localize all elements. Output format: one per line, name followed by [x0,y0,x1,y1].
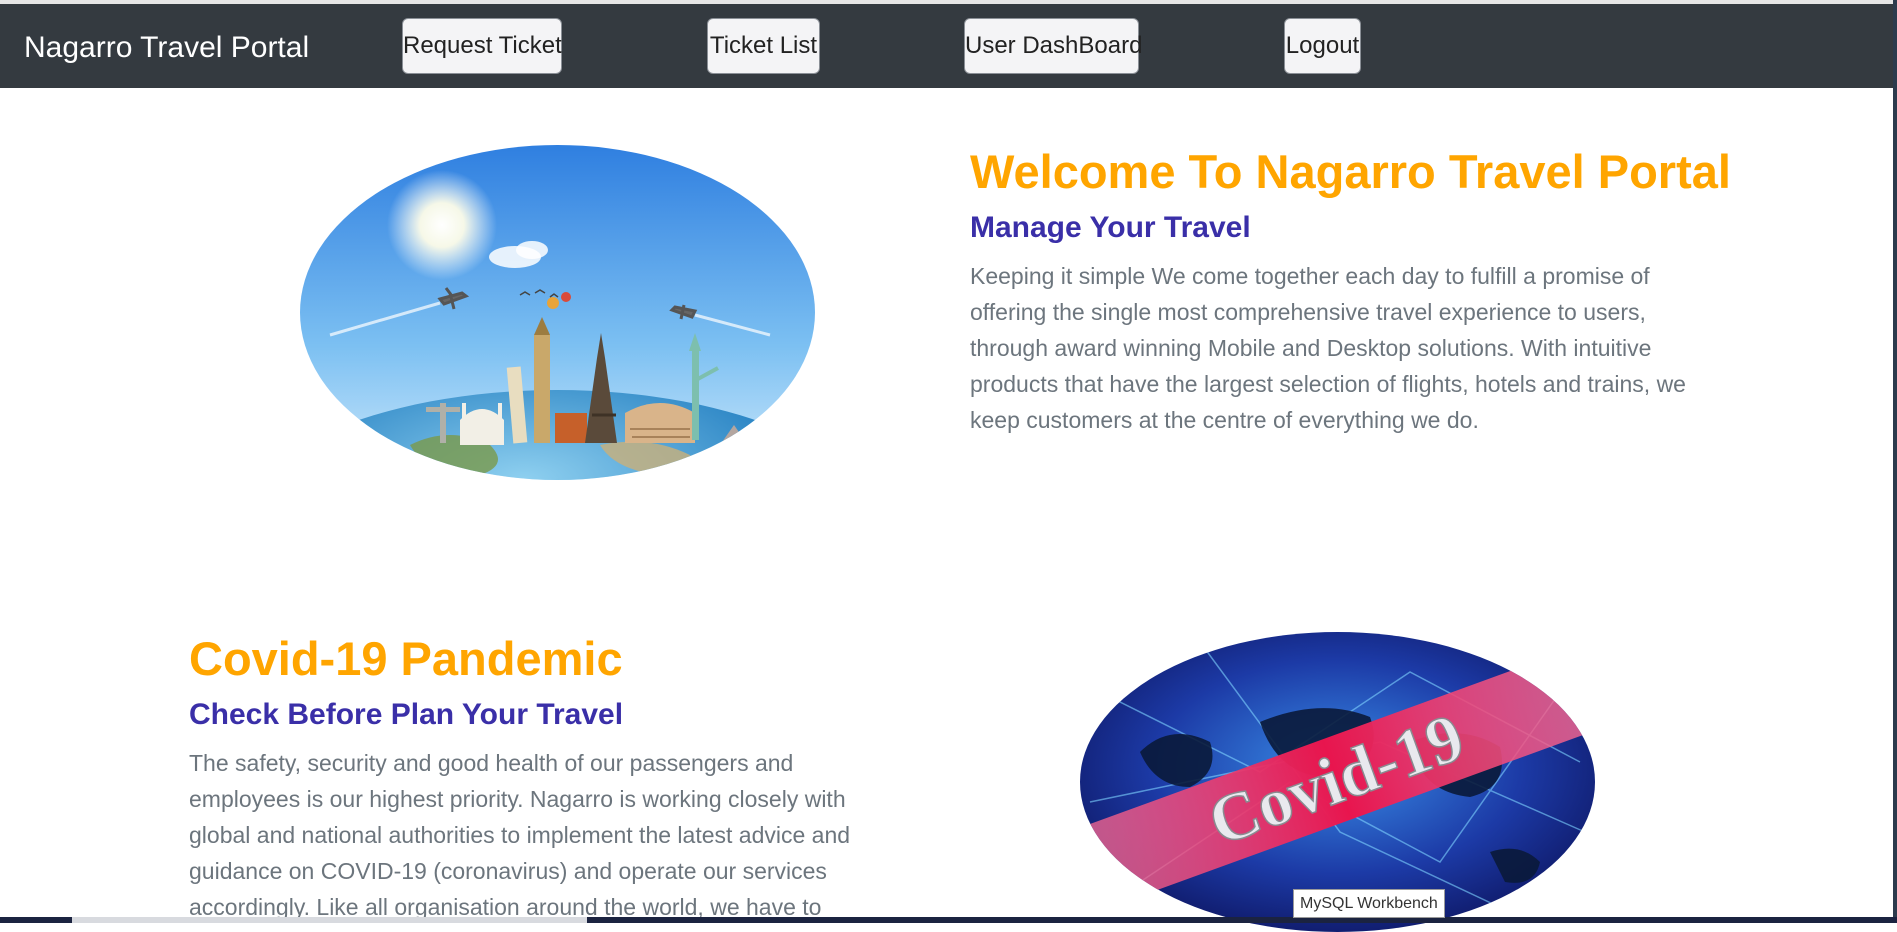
travel-globe-image [300,145,815,480]
covid-19-image: Covid-19 [1080,632,1595,932]
brand-logo-text[interactable]: Nagarro Travel Portal [24,30,309,66]
ticket-list-button[interactable]: Ticket List [707,18,820,74]
logout-button[interactable]: Logout [1284,18,1361,74]
navbar: Nagarro Travel Portal Request Ticket Tic… [0,4,1893,88]
user-dashboard-button[interactable]: User DashBoard [964,18,1142,74]
taskbar-active-app[interactable] [72,917,587,923]
welcome-subtitle: Manage Your Travel [970,211,1251,244]
covid-subtitle: Check Before Plan Your Travel [189,698,624,731]
window-right-edge [1893,0,1897,923]
welcome-title: Welcome To Nagarro Travel Portal [970,145,1731,198]
welcome-description: Keeping it simple We come together each … [970,263,1686,433]
taskbar-tooltip: MySQL Workbench [1293,889,1445,918]
request-ticket-button[interactable]: Request Ticket [402,18,562,74]
covid-description: The safety, security and good health of … [189,750,851,920]
covid-title: Covid-19 Pandemic [189,632,623,685]
